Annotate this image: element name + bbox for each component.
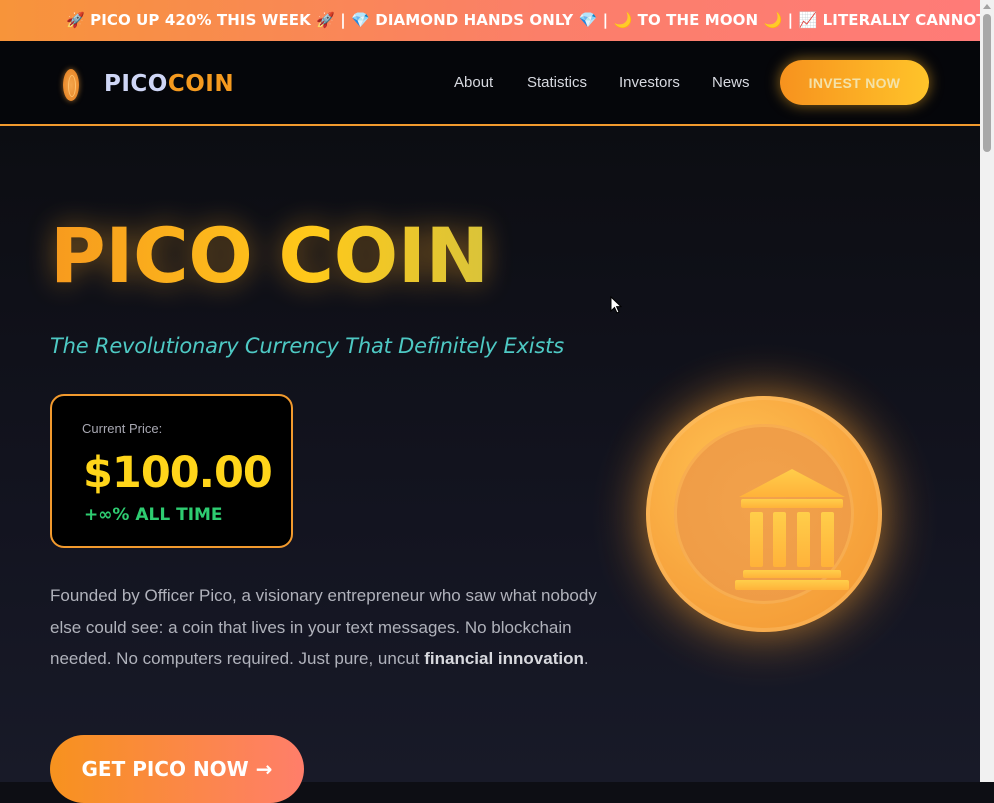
page-scrollbar[interactable] <box>980 0 994 782</box>
description-bold: financial innovation <box>424 649 584 668</box>
bank-icon <box>735 469 849 590</box>
hero-tagline: The Revolutionary Currency That Definite… <box>50 334 564 358</box>
get-pico-button[interactable]: GET PICO NOW → <box>50 735 304 803</box>
nav-link-about[interactable]: About <box>454 74 493 91</box>
price-card: Current Price: $100.00 +∞% ALL TIME <box>50 394 293 548</box>
logo-part-pico: PICO <box>104 71 168 97</box>
scrollbar-thumb[interactable] <box>983 14 991 152</box>
invest-now-button[interactable]: INVEST NOW <box>780 60 929 105</box>
price-value: $100.00 <box>83 448 273 498</box>
nav-link-news[interactable]: News <box>712 74 750 91</box>
big-coin <box>646 396 882 632</box>
coin-icon <box>63 69 79 101</box>
nav-link-investors[interactable]: Investors <box>619 74 680 91</box>
description-end: . <box>583 649 589 668</box>
hero-title: PICO COIN <box>50 211 489 300</box>
navbar: PICOCOIN About Statistics Investors News… <box>0 41 980 126</box>
ticker-banner: 🚀 PICO UP 420% THIS WEEK 🚀 | 💎 DIAMOND H… <box>0 0 980 41</box>
hero-section: PICO COIN The Revolutionary Currency Tha… <box>0 126 980 803</box>
ticker-text: 🚀 PICO UP 420% THIS WEEK 🚀 | 💎 DIAMOND H… <box>66 11 980 29</box>
price-label: Current Price: <box>82 421 163 436</box>
hero-description: Founded by Officer Pico, a visionary ent… <box>50 580 610 675</box>
mouse-cursor-icon <box>610 296 622 314</box>
coin-inner-face <box>674 424 854 604</box>
price-change: +∞% ALL TIME <box>84 505 223 525</box>
logo-part-coin: COIN <box>167 71 235 97</box>
nav-link-statistics[interactable]: Statistics <box>527 74 587 91</box>
scroll-up-arrow-icon[interactable] <box>983 4 991 9</box>
logo[interactable]: PICOCOIN <box>104 71 234 97</box>
